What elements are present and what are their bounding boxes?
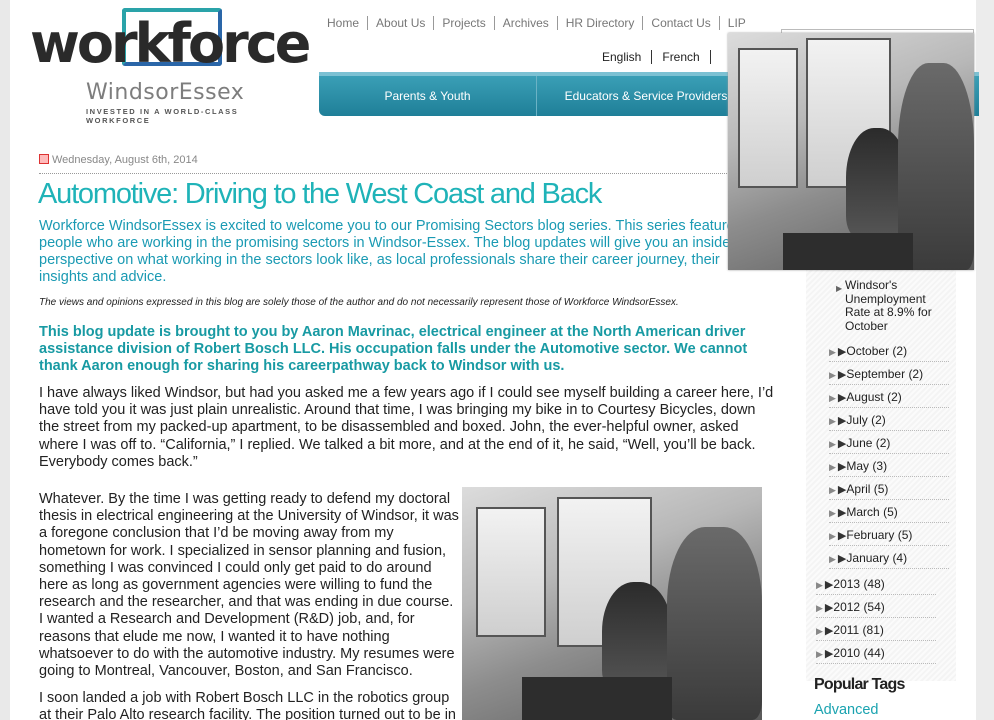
archive-month-label: March [846, 505, 880, 519]
news-item-label: Windsor's Unemployment Rate at 8.9% for … [845, 278, 932, 333]
logo-word: workforce [30, 12, 311, 75]
archive-month-label: August [846, 390, 884, 404]
post-lead: This blog update is brought to you by Aa… [39, 324, 748, 374]
archive-month[interactable]: ▶ ▶September (2) [829, 367, 949, 385]
archive-count: (44) [863, 646, 885, 660]
popular-tags-heading: Popular Tags [814, 676, 905, 693]
menu-educators-providers[interactable]: Educators & Service Providers [537, 76, 755, 116]
expand-toggle-icon: ▶ [816, 626, 823, 636]
archive-count: (81) [862, 623, 884, 637]
archive-month-label: January [846, 551, 890, 565]
lang-english[interactable]: English [592, 50, 653, 64]
logo-subtitle: WindsorEssex [86, 80, 245, 105]
expand-toggle-icon: ▶ [829, 554, 836, 564]
calendar-icon [39, 154, 49, 164]
archive-count: (2) [875, 436, 891, 450]
archive-count: (2) [908, 367, 924, 381]
language-nav: English French [592, 50, 711, 64]
nav-lip[interactable]: LIP [720, 16, 754, 30]
expand-toggle-icon: ▶ [829, 347, 836, 357]
archive-count: (2) [871, 413, 886, 427]
archive-month[interactable]: ▶ ▶May (3) [829, 459, 949, 477]
archive-month[interactable]: ▶ ▶January (4) [829, 551, 949, 569]
divider [39, 173, 779, 174]
expand-toggle-icon: ▶ [829, 439, 836, 449]
tag-link[interactable]: Advanced [814, 702, 879, 718]
car-window [476, 507, 546, 637]
expand-toggle-icon: ▶ [829, 531, 836, 541]
bullet-icon: ▶ [836, 284, 843, 293]
archive-month[interactable]: ▶ ▶October (2) [829, 344, 949, 362]
logo-tagline: INVESTED IN A WORLD-CLASS WORKFORCE [86, 107, 239, 125]
laptop-keyboard [783, 233, 913, 270]
archive-year[interactable]: ▶ ▶2013 (48) [816, 577, 936, 595]
archive-year-label: 2012 [833, 600, 861, 614]
expand-toggle-icon: ▶ [829, 508, 836, 518]
laptop-keyboard [522, 677, 672, 720]
nav-contact-us[interactable]: Contact Us [643, 16, 720, 30]
nav-home[interactable]: Home [323, 16, 369, 30]
news-item[interactable]: ▶ Windsor's Unemployment Rate at 8.9% for… [836, 278, 945, 333]
archive-month[interactable]: ▶ ▶February (5) [829, 528, 949, 546]
archive-count: (5) [883, 505, 898, 519]
nav-projects[interactable]: Projects [434, 16, 495, 30]
expand-toggle-icon: ▶ [816, 649, 823, 659]
post-intro: Workforce WindsorEssex is excited to wel… [39, 218, 742, 285]
post-disclaimer: The views and opinions expressed in this… [39, 297, 679, 308]
archive-month-label: February [846, 528, 895, 542]
expand-toggle-icon: ▶ [816, 603, 823, 613]
car-window [738, 48, 798, 188]
archive-month[interactable]: ▶ ▶July (2) [829, 413, 949, 431]
archive-year-label: 2010 [833, 646, 861, 660]
archive-month-label: May [846, 459, 870, 473]
person-woman [602, 582, 672, 692]
expand-toggle-icon: ▶ [816, 580, 823, 590]
archive-month-label: October [846, 344, 890, 358]
archive-month-label: July [846, 413, 868, 427]
archive-year[interactable]: ▶ ▶2010 (44) [816, 646, 936, 664]
person-man [667, 527, 762, 720]
archive-year[interactable]: ▶ ▶2011 (81) [816, 623, 936, 641]
lang-french[interactable]: French [652, 50, 711, 64]
post-paragraph: Whatever. By the time I was getting read… [39, 491, 459, 680]
article-photo [462, 487, 762, 720]
post-paragraph: I soon landed a job with Robert Bosch LL… [39, 690, 456, 720]
archive-year-label: 2013 [833, 577, 861, 591]
expand-toggle-icon: ▶ [829, 485, 836, 495]
archive-count: (4) [892, 551, 908, 565]
archive-count: (2) [892, 344, 908, 358]
nav-hr-directory[interactable]: HR Directory [558, 16, 644, 30]
archive-month[interactable]: ▶ ▶June (2) [829, 436, 949, 454]
archive-month-label: September [846, 367, 906, 381]
archive-year[interactable]: ▶ ▶2012 (54) [816, 600, 936, 618]
archive-month[interactable]: ▶ ▶April (5) [829, 482, 949, 500]
archive-month[interactable]: ▶ ▶August (2) [829, 390, 949, 408]
post-paragraph: I have always liked Windsor, but had you… [39, 385, 774, 470]
nav-about-us[interactable]: About Us [368, 16, 435, 30]
top-nav: Home About Us Projects Archives HR Direc… [323, 16, 754, 30]
archive-count: (48) [863, 577, 885, 591]
archive-month-label: April [846, 482, 871, 496]
archive-month[interactable]: ▶ ▶March (5) [829, 505, 949, 523]
expand-toggle-icon: ▶ [829, 416, 836, 426]
nav-archives[interactable]: Archives [495, 16, 558, 30]
post-title[interactable]: Automotive: Driving to the West Coast an… [38, 178, 602, 211]
menu-parents-youth[interactable]: Parents & Youth [319, 76, 537, 116]
archive-count: (3) [872, 459, 888, 473]
post-date-text: Wednesday, August 6th, 2014 [52, 154, 198, 166]
expand-toggle-icon: ▶ [829, 393, 836, 403]
archive-count: (5) [873, 482, 889, 496]
archive-count: (54) [863, 600, 885, 614]
expand-toggle-icon: ▶ [829, 462, 836, 472]
archive-count: (5) [897, 528, 913, 542]
expand-toggle-icon: ▶ [829, 370, 836, 380]
site-logo[interactable]: workforce WindsorEssex INVESTED IN A WOR… [30, 8, 311, 125]
archive-count: (2) [887, 390, 902, 404]
archive-year-label: 2011 [833, 623, 860, 637]
post-date: Wednesday, August 6th, 2014 [39, 154, 198, 166]
archive-month-label: June [846, 436, 873, 450]
image-preview-popup[interactable] [728, 33, 974, 270]
